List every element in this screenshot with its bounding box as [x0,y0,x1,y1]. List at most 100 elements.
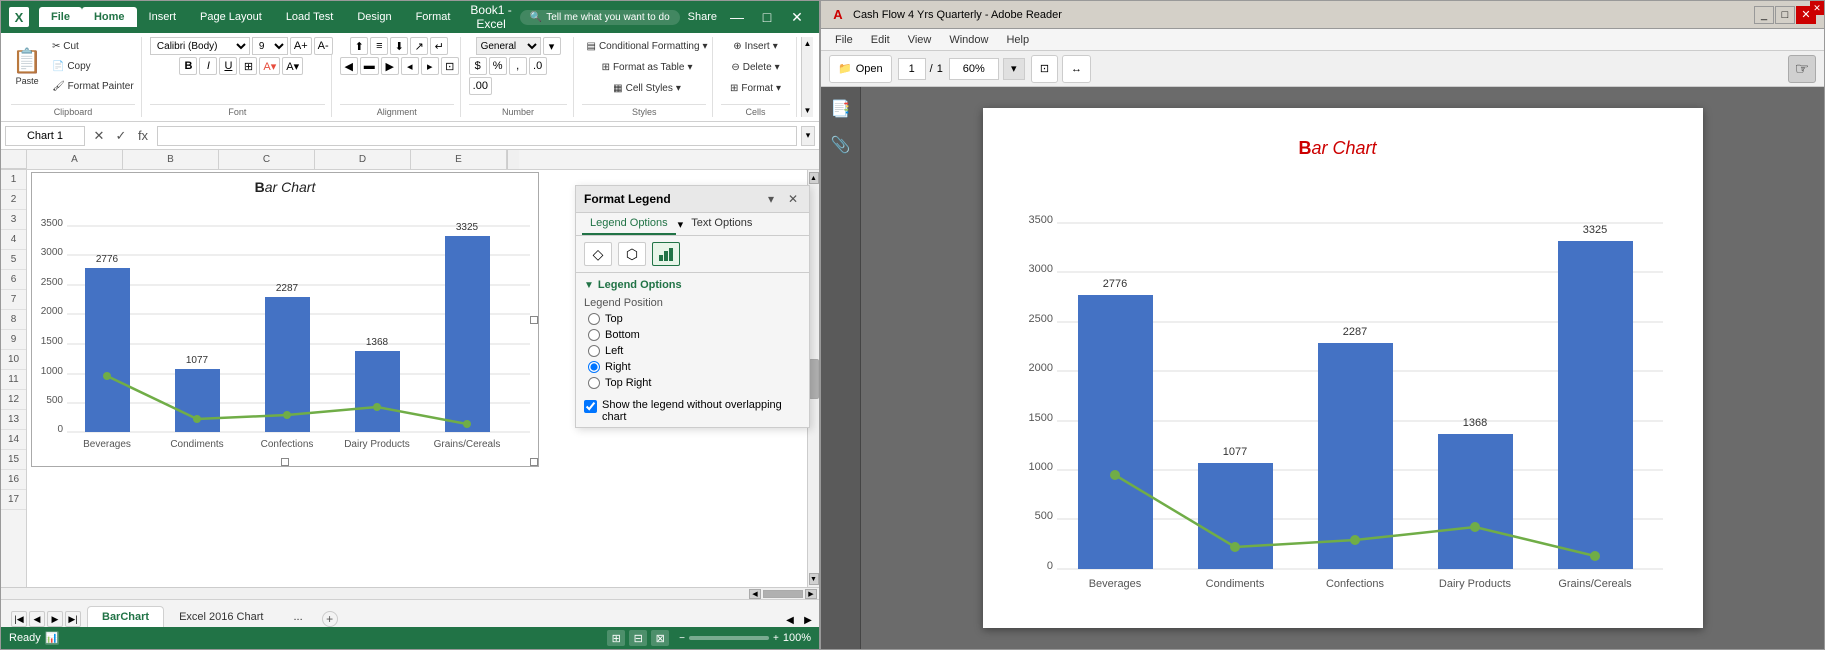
page-break-view-button[interactable]: ⊠ [651,630,669,646]
font-size-select[interactable]: 9 [252,37,288,55]
legend-section-header[interactable]: ▼ Legend Options [584,279,801,291]
tell-me-box[interactable]: 🔍 Tell me what you want to do [520,10,680,25]
show-legend-checkbox[interactable] [584,400,597,413]
align-left-button[interactable]: ◀ [340,57,358,75]
tab-format[interactable]: Format [404,7,463,27]
menu-edit[interactable]: Edit [863,32,898,48]
resize-handle-corner[interactable] [530,458,538,466]
orientation-button[interactable]: ↗ [410,37,428,55]
embedded-chart[interactable]: Bar Chart 0 500 1000 1500 2000 2500 3000 [31,172,539,467]
insert-button[interactable]: ⊕Insert▾ [729,37,781,55]
zoom-dropdown-button[interactable]: ▾ [1003,58,1025,80]
menu-window[interactable]: Window [941,32,996,48]
fit-page-button[interactable]: ⊡ [1031,55,1058,83]
position-right-radio[interactable]: Right [588,361,801,373]
close-button[interactable]: ✕ [783,7,811,27]
currency-button[interactable]: $ [469,57,487,75]
bold-button[interactable]: B [179,57,197,75]
insert-function-button[interactable]: fx [133,126,153,146]
percent-button[interactable]: % [489,57,507,75]
sidebar-bookmarks-button[interactable]: 📑 [827,95,855,123]
sheet-tab-excel2016[interactable]: Excel 2016 Chart [164,606,278,627]
align-bottom-button[interactable]: ⬇ [390,37,408,55]
position-bottom-radio[interactable]: Bottom [588,329,801,341]
cell-styles-button[interactable]: ▦ Cell Styles ▾ [609,79,685,97]
next-sheet-button[interactable]: ▶ [47,611,63,627]
legend-options-tab[interactable]: Legend Options [582,213,676,235]
decrease-font-button[interactable]: A- [314,37,333,55]
scroll-right-button[interactable]: ▶ [805,589,817,599]
conditional-formatting-button[interactable]: ▤ Conditional Formatting ▾ [582,37,711,55]
menu-file[interactable]: File [827,32,861,48]
last-sheet-button[interactable]: ▶| [65,611,81,627]
decrease-indent-button[interactable]: ◂ [401,57,419,75]
minimize-button[interactable]: — [723,7,751,27]
tab-insert[interactable]: Insert [137,7,189,27]
zoom-slider[interactable] [689,636,769,640]
legend-close-button[interactable]: ✕ [785,191,801,207]
bar-chart-icon-button[interactable] [652,242,680,266]
sheet-scroll-left[interactable]: ◀ [783,613,797,627]
reader-corner-close[interactable]: ✕ [1810,1,1824,15]
increase-font-button[interactable]: A+ [290,37,312,55]
resize-handle-right[interactable] [530,316,538,324]
cancel-formula-button[interactable]: ✕ [89,126,109,146]
scroll-thumb[interactable] [809,359,819,399]
formula-input[interactable] [157,126,797,146]
zoom-input[interactable] [949,58,999,80]
scroll-left-button[interactable]: ◀ [749,589,761,599]
copy-button[interactable]: 📄 Copy [48,57,138,75]
hscroll-thumb[interactable] [763,590,803,598]
font-color-button[interactable]: A▾ [282,57,303,75]
underline-button[interactable]: U [219,57,237,75]
fit-width-button[interactable]: ↔ [1062,55,1091,83]
horizontal-scrollbar[interactable]: ◀ ▶ [1,587,819,599]
page-layout-view-button[interactable]: ⊟ [629,630,647,646]
share-button[interactable]: Share [688,11,717,23]
cursor-tool-button[interactable]: ☞ [1788,55,1816,83]
italic-button[interactable]: I [199,57,217,75]
wrap-text-button[interactable]: ↵ [430,37,448,55]
menu-view[interactable]: View [900,32,940,48]
merge-cells-button[interactable]: ⊡ [441,57,459,75]
tab-page-layout[interactable]: Page Layout [188,7,274,27]
number-format-dropdown[interactable]: ▾ [543,37,561,55]
format-button[interactable]: ⊞Format▾ [726,79,785,97]
first-sheet-button[interactable]: |◀ [11,611,27,627]
confirm-formula-button[interactable]: ✓ [111,126,131,146]
position-top-radio[interactable]: Top [588,313,801,325]
delete-button[interactable]: ⊖Delete▾ [727,58,783,76]
increase-indent-button[interactable]: ▸ [421,57,439,75]
zoom-out-button[interactable]: − [679,633,685,644]
sheet-tab-more[interactable]: ... [278,606,317,627]
paste-button[interactable]: 📋 Paste [8,40,46,92]
align-top-button[interactable]: ⬆ [350,37,368,55]
align-middle-button[interactable]: ≡ [370,37,388,55]
comma-button[interactable]: , [509,57,527,75]
name-box[interactable] [5,126,85,146]
tab-design[interactable]: Design [345,7,403,27]
border-button[interactable]: ⊞ [239,57,257,75]
sidebar-paperclip-button[interactable]: 📎 [827,131,855,159]
prev-sheet-button[interactable]: ◀ [29,611,45,627]
tab-file[interactable]: File [39,7,82,27]
format-painter-button[interactable]: 🖌 Format Painter [48,77,138,95]
menu-help[interactable]: Help [998,32,1037,48]
sheet-tab-barchart[interactable]: BarChart [87,606,164,627]
reader-maximize-button[interactable]: □ [1775,6,1795,24]
sheet-scroll-right[interactable]: ▶ [801,613,815,627]
page-number-input[interactable] [898,58,926,80]
align-right-button[interactable]: ▶ [381,57,399,75]
format-as-table-button[interactable]: ⊞ Format as Table ▾ [598,58,697,76]
col-scroll[interactable] [507,150,519,169]
position-topright-radio[interactable]: Top Right [588,377,801,389]
increase-decimal-button[interactable]: .00 [469,77,492,95]
normal-view-button[interactable]: ⊞ [607,630,625,646]
resize-handle-bottom[interactable] [281,458,289,466]
add-sheet-button[interactable]: + [322,611,338,627]
fill-effects-button[interactable]: ◇ [584,242,612,266]
reader-minimize-button[interactable]: _ [1754,6,1774,24]
maximize-button[interactable]: □ [753,7,781,27]
scroll-up-button[interactable]: ▲ [809,172,819,184]
legend-dropdown-button[interactable]: ▾ [763,191,779,207]
